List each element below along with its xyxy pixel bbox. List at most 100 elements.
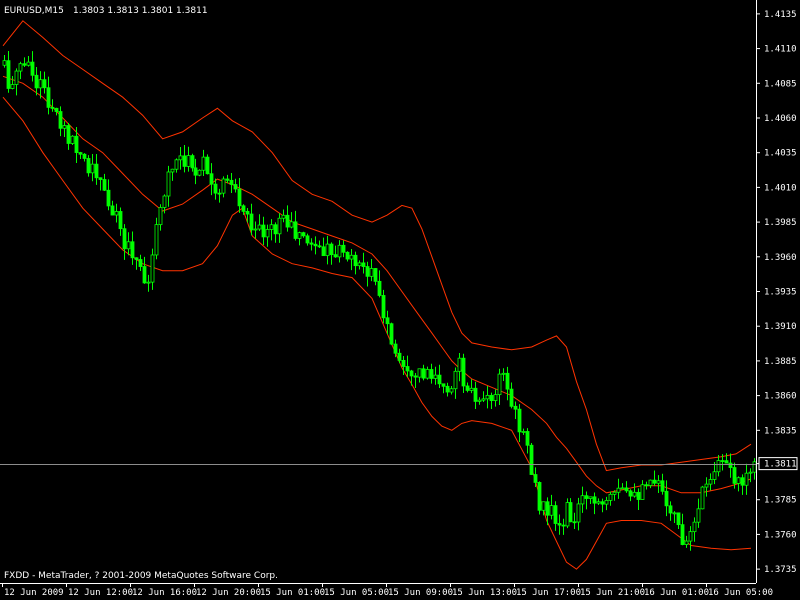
price-chart[interactable]: 1.4135 1.4110 1.4085 1.4060 1.4035 1.4010 1.39…: [0, 0, 800, 600]
price-tick-label: 1.4060: [764, 114, 797, 124]
candle-body: [122, 228, 127, 250]
chart-window[interactable]: 1.4135 1.4110 1.4085 1.4060 1.4035 1.4010 1.39…: [0, 0, 800, 600]
candle-body: [110, 205, 115, 216]
candle-body: [38, 79, 43, 89]
symbol-label: EURUSD,M15: [4, 6, 64, 16]
candle-body: [553, 505, 558, 524]
candle-body: [465, 385, 470, 391]
candle-body: [6, 60, 11, 89]
candle-body: [596, 501, 601, 504]
candle-body: [182, 155, 187, 167]
candle-body: [138, 259, 143, 267]
candle-body: [620, 487, 625, 490]
candle-body: [297, 232, 302, 239]
candle-body: [349, 254, 354, 260]
price-tick-label: 1.4085: [764, 79, 797, 89]
candle-body: [624, 487, 629, 492]
candle-body: [369, 268, 374, 277]
time-tick-label: 15 Jun 21:00: [580, 588, 645, 598]
candle-body: [62, 125, 67, 129]
time-tick-label: 15 Jun 01:00: [260, 588, 325, 598]
candle-body: [648, 479, 653, 486]
candle-body: [628, 490, 633, 497]
candle-body: [209, 173, 214, 185]
ohlc-label: 1.3803 1.3813 1.3801 1.3811: [73, 6, 208, 16]
price-tick-label: 1.4010: [764, 183, 797, 193]
candle-body: [10, 84, 15, 89]
candle-body: [389, 323, 394, 345]
candle-body: [445, 385, 450, 393]
candle-body: [632, 491, 637, 497]
candle-body: [273, 224, 278, 235]
price-tick-label: 1.3935: [764, 288, 797, 298]
candle-body: [481, 398, 486, 401]
candle-body: [684, 540, 689, 545]
candle-body: [365, 266, 370, 277]
price-tick-label: 1.4035: [764, 149, 797, 159]
candle-body: [728, 462, 733, 468]
candle-body: [449, 388, 454, 393]
candle-body: [333, 254, 338, 258]
candle-body: [217, 192, 222, 195]
candle-body: [664, 490, 669, 507]
candle-body: [277, 217, 282, 235]
candle-body: [54, 107, 59, 112]
candle-body: [385, 317, 390, 325]
candle-body: [289, 221, 294, 228]
candle-body: [616, 487, 621, 493]
candle-body: [660, 480, 665, 492]
candle-body: [656, 480, 661, 484]
candle-body: [22, 63, 27, 66]
candle-body: [102, 179, 107, 191]
candle-body: [237, 188, 242, 207]
copyright-label: FXDD - MetaTrader, ? 2001-2009 MetaQuote…: [4, 571, 278, 581]
candle-body: [612, 491, 617, 495]
candle-body: [716, 460, 721, 473]
candle-body: [421, 368, 426, 379]
price-tick-label: 1.3985: [764, 218, 797, 228]
price-tick-label: 1.3760: [764, 530, 797, 540]
candle-body: [724, 460, 729, 464]
candle-body: [453, 370, 458, 390]
current-price-label: 1.3811: [764, 460, 797, 470]
price-tick-label: 1.3860: [764, 392, 797, 402]
candle-body: [174, 159, 179, 170]
candle-body: [118, 211, 123, 230]
candle-body: [241, 205, 246, 212]
candle-body: [497, 373, 502, 396]
candle-body: [752, 461, 757, 473]
time-tick-label: 12 Jun 16:00: [132, 588, 197, 598]
candle-body: [345, 251, 350, 260]
candle-body: [325, 243, 330, 257]
candle-body: [692, 521, 697, 533]
candle-body: [708, 479, 713, 485]
candle-body: [74, 135, 79, 153]
candle-body: [94, 163, 99, 179]
price-tick-label: 1.3785: [764, 496, 797, 506]
time-tick-label: 15 Jun 05:00: [324, 588, 389, 598]
candle-body: [565, 502, 570, 527]
candle-body: [42, 79, 47, 89]
candle-body: [361, 262, 366, 267]
candle-body: [213, 183, 218, 194]
candle-body: [34, 74, 39, 89]
candle-body: [513, 405, 518, 410]
candle-body: [381, 295, 386, 319]
price-tick-label: 1.4110: [764, 45, 797, 55]
candle-body: [293, 221, 298, 239]
candle-body: [245, 210, 250, 215]
candle-body: [489, 394, 494, 401]
candle-body: [700, 486, 705, 510]
candle-body: [636, 491, 641, 500]
candle-body: [576, 503, 581, 523]
candle-body: [50, 106, 55, 109]
candle-body: [588, 496, 593, 499]
candle-body: [668, 505, 673, 514]
candle-body: [501, 372, 506, 375]
candle-body: [429, 369, 434, 379]
candle-body: [549, 505, 554, 516]
candle-body: [201, 156, 206, 171]
candle-body: [672, 512, 677, 515]
candle-body: [249, 213, 254, 231]
candle-body: [130, 241, 135, 259]
